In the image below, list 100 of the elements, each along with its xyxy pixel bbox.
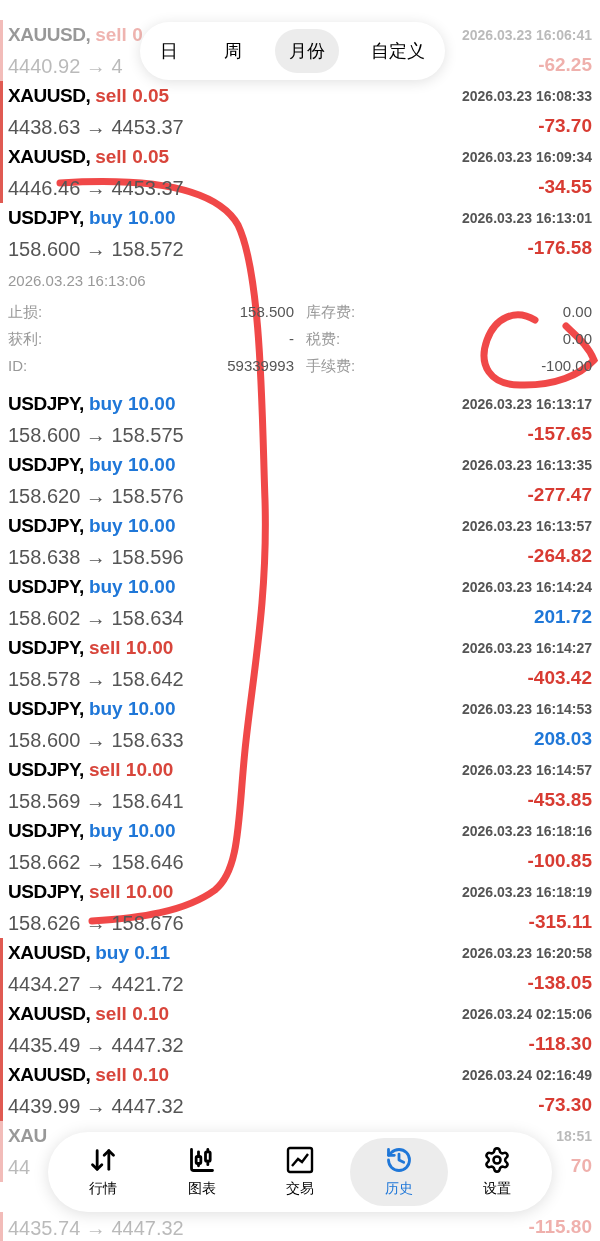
symbol: USDJPY, [8,452,84,477]
trade-time: 2026.03.23 16:09:34 [462,147,592,167]
price-range: 4439.99 → 4447.32 [8,1093,184,1119]
candlestick-icon [187,1145,216,1174]
detail-value: 0.00 [562,302,592,323]
order-side: buy 10.00 [88,205,176,230]
nav-tab[interactable]: 交易 [251,1138,349,1206]
detail-label: 手续费: [306,356,356,377]
trade-time: 2026.03.23 16:13:01 [462,208,592,228]
trade-time: 2026.03.23 16:14:53 [462,699,592,719]
symbol: XAUUSD, [8,22,91,47]
period-tab[interactable]: 月份 [274,29,339,73]
detail-label: 税费: [306,329,341,350]
symbol: USDJPY, [8,696,84,721]
profit: -34.55 [538,175,592,200]
profit: -115.80 [528,1215,592,1240]
profit: -315.11 [528,910,592,935]
trade-time: 2026.03.23 16:13:57 [462,516,592,536]
trade-time: 18:51 [556,1126,592,1146]
trade-time: 2026.03.24 02:16:49 [462,1065,592,1085]
detail-label: 止损: [8,302,43,323]
profit: -176.58 [527,236,592,261]
profit: -73.70 [538,114,592,139]
price-range: 4438.63 → 4453.37 [8,114,184,140]
period-tab[interactable]: 日 [146,29,192,73]
order-side: buy 10.00 [88,391,176,416]
symbol: XAU [8,1123,47,1148]
profit: 201.72 [533,605,592,630]
profit: -453.85 [527,788,592,813]
profit: 70 [570,1154,592,1179]
nav-tab[interactable]: 设置 [448,1138,546,1206]
trade-time: 2026.03.23 16:14:57 [462,760,592,780]
symbol: XAUUSD, [8,144,91,169]
trade-time: 2026.03.23 16:20:58 [462,943,592,963]
price-range: 158.662 → 158.646 [8,849,184,875]
symbol: USDJPY, [8,757,84,782]
order-side: buy 10.00 [88,452,176,477]
profit: -118.30 [528,1032,592,1057]
order-side: sell 10.00 [88,879,174,904]
detail-time: 2026.03.23 16:13:06 [8,271,146,291]
profit: -138.05 [527,971,592,996]
trade-time: 2026.03.23 16:18:19 [462,882,592,902]
profit: -264.82 [527,544,592,569]
order-side: sell 0.10 [95,1062,170,1087]
order-side: buy 10.00 [88,818,176,843]
profit: -403.42 [527,666,592,691]
line-chart-icon [286,1145,314,1174]
detail-label: ID: [8,356,28,377]
symbol: USDJPY, [8,205,84,230]
price-range: 158.569 → 158.641 [8,788,184,814]
price-range: 158.600 → 158.633 [8,727,184,753]
price-range: 158.626 → 158.676 [8,910,184,936]
detail-value: - [289,329,294,350]
price-range: 158.578 → 158.642 [8,666,184,692]
period-tab[interactable]: 周 [210,29,257,73]
price-range: 4435.74 → 4447.32 [8,1215,184,1241]
price-range: 158.638 → 158.596 [8,544,184,570]
trade-time: 2026.03.23 16:13:17 [462,394,592,414]
order-side: buy 10.00 [88,696,176,721]
symbol: XAUUSD, [8,940,91,965]
symbol: USDJPY, [8,513,84,538]
profit: -157.65 [527,422,592,447]
symbol: USDJPY, [8,879,84,904]
order-side: sell 10.00 [88,757,174,782]
symbol: XAUUSD, [8,1062,91,1087]
order-side: sell 0.05 [95,83,170,108]
order-side: buy 10.00 [88,513,176,538]
symbol: USDJPY, [8,818,84,843]
profit: -62.25 [538,53,592,78]
profit: -73.30 [538,1093,592,1118]
order-side: sell 0.10 [95,1001,170,1026]
symbol: XAUUSD, [8,1001,91,1026]
profit: -100.85 [527,849,592,874]
trade-time: 2026.03.23 16:08:33 [462,86,592,106]
trade-time: 2026.03.23 16:14:24 [462,577,592,597]
price-range: 158.602 → 158.634 [8,605,184,631]
profit: 208.03 [533,727,592,752]
order-side: buy 0.11 [95,940,171,965]
trade-time: 2026.03.23 16:13:35 [462,455,592,475]
detail-label: 获利: [8,329,43,350]
price-range: 158.600 → 158.572 [8,236,184,262]
nav-tab[interactable]: 历史 [349,1138,448,1206]
nav-tab[interactable]: 行情 [54,1138,152,1206]
trade-time: 2026.03.24 02:15:06 [462,1004,592,1024]
nav-tab[interactable]: 图表 [152,1138,251,1206]
symbol: USDJPY, [8,391,84,416]
order-side: sell 0.05 [95,144,170,169]
price-range: 158.600 → 158.575 [8,422,184,448]
detail-label: 库存费: [306,302,356,323]
symbol: XAUUSD, [8,83,91,108]
order-side: sell 0 [95,22,143,47]
symbol: USDJPY, [8,635,84,660]
price-range: 4434.27 → 4421.72 [8,971,184,997]
order-side: sell 10.00 [88,635,174,660]
trade-time: 2026.03.23 16:06:41 [462,25,592,45]
price-range: 158.620 → 158.576 [8,483,184,509]
trade-time: 2026.03.23 16:14:27 [462,638,592,658]
period-tab[interactable]: 自定义 [357,29,439,73]
trade-time: 2026.03.23 16:18:16 [462,821,592,841]
symbol: USDJPY, [8,574,84,599]
